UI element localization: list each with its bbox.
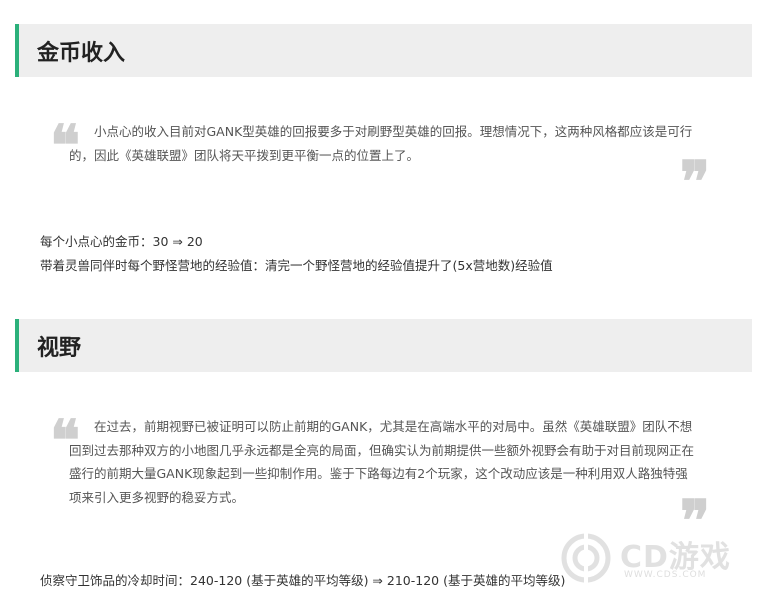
watermark-url: WWW.CDS.COM bbox=[624, 570, 707, 580]
cd-logo-icon bbox=[561, 532, 611, 584]
watermark: CD游戏 WWW.CDS.COM bbox=[560, 530, 760, 590]
quote-block: ❝ 在过去，前期视野已被证明可以防止前期的GANK，尤其是在高端水平的对局中。虽… bbox=[50, 413, 710, 549]
quote-text: 在过去，前期视野已被证明可以防止前期的GANK，尤其是在高端水平的对局中。虽然《… bbox=[69, 419, 695, 505]
section-title: 视野 bbox=[37, 335, 82, 361]
ward-cooldown-line: 侦察守卫饰品的冷却时间：240-120 (基于英雄的平均等级) ⇒ 210-12… bbox=[40, 573, 566, 588]
quote-block: ❝ 小点心的收入目前对GANK型英雄的回报要多于对刷野型英雄的回报。理想情况下，… bbox=[50, 118, 710, 210]
camp-exp-line: 带着灵兽同伴时每个野怪营地的经验值：清完一个野怪营地的经验值提升了(5x营地数)… bbox=[40, 258, 553, 273]
section-title: 金币收入 bbox=[37, 40, 126, 66]
gold-per-minion-line: 每个小点心的金币：30 ⇒ 20 bbox=[40, 234, 203, 249]
section-header-vision: 视野 bbox=[15, 319, 752, 372]
quote-text: 小点心的收入目前对GANK型英雄的回报要多于对刷野型英雄的回报。理想情况下，这两… bbox=[69, 124, 693, 163]
close-quote-icon: ❞ bbox=[679, 149, 710, 215]
section-header-gold-income: 金币收入 bbox=[15, 24, 752, 77]
